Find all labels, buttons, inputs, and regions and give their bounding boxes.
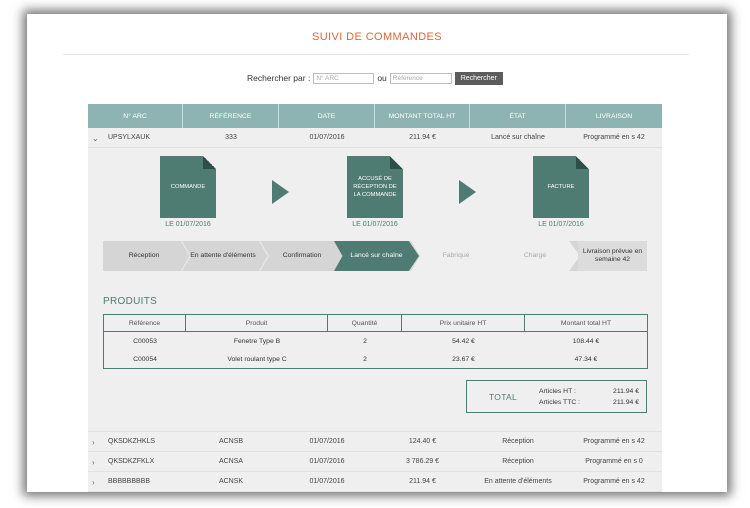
row-date: 01/07/2016 <box>309 438 345 445</box>
orders-table: N° ARC RÉFÉRENCE DATE MONTANT TOTAL HT É… <box>88 104 662 492</box>
table-header: N° ARC RÉFÉRENCE DATE MONTANT TOTAL HT É… <box>88 104 662 128</box>
search-label: Rechercher par : <box>247 73 311 83</box>
product-reference: C00054 <box>133 355 157 363</box>
header-date[interactable]: DATE <box>279 104 375 128</box>
row-date: 01/07/2016 <box>309 478 345 485</box>
step-reception: Réception <box>128 252 160 259</box>
total-ht-value: 211.94 € <box>613 387 639 395</box>
row-arc: UPSYLXAUK <box>108 134 151 141</box>
progress-tracker: Réception En attente d'éléments Confirma… <box>103 241 647 271</box>
table-row[interactable]: ⌄ UPSYLXAUK 333 01/07/2016 211.94 € Lanc… <box>88 128 662 148</box>
row-amount: 124.40 € <box>408 438 437 445</box>
row-delivery: Programmé en s 0 <box>585 458 643 465</box>
order-detail: COMMANDE LE 01/07/2016 ACCUSÉ DE RÉCEPTI… <box>88 148 662 432</box>
arc-number-input[interactable] <box>313 72 375 84</box>
product-name: Volet roulant type C <box>227 355 287 363</box>
total-ttc-label: Articles TTC : <box>539 398 581 406</box>
step-confirmation: Confirmation <box>282 252 322 259</box>
header-state[interactable]: ÉTAT <box>470 104 566 128</box>
step-manufactured: Fabriqué <box>411 241 501 271</box>
product-unit-price: 23.67 € <box>452 355 475 363</box>
product-quantity: 2 <box>363 337 367 345</box>
table-row[interactable]: › QKSDKZHKLS ACNSB 01/07/2016 124.40 € R… <box>88 432 662 452</box>
row-arc: QKSDKZFKLX <box>108 458 155 465</box>
reference-input[interactable] <box>389 72 452 84</box>
document-order-icon[interactable]: COMMANDE <box>160 156 216 218</box>
product-header-unit-price: Prix unitaire HT <box>402 314 525 332</box>
row-amount: 211.94 € <box>409 478 436 485</box>
page-title: SUIVI DE COMMANDES <box>311 31 443 43</box>
chevron-right-icon[interactable]: › <box>92 438 95 447</box>
order-tracking-panel: SUIVI DE COMMANDES Rechercher par : ou R… <box>27 14 727 492</box>
or-label: ou <box>377 73 387 83</box>
row-reference: ACNSA <box>218 458 244 465</box>
step-loaded: Chargé <box>490 241 580 271</box>
row-amount: 211.94 € <box>409 134 436 141</box>
row-reference: ACNSB <box>218 438 244 445</box>
row-state: Réception <box>502 458 534 465</box>
row-state: Réception <box>502 438 534 445</box>
doc-label: COMMANDE <box>170 184 206 190</box>
delivery-note: Livraison prévue en semaine 42 <box>578 241 647 271</box>
row-arc: QKSDKZHKLS <box>108 438 156 445</box>
row-arc: BBBBBBBBB <box>108 478 151 485</box>
step-launched: Lancé sur chaîne <box>334 241 419 271</box>
product-header-quantity: Quantité <box>328 314 402 332</box>
search-button[interactable]: Rechercher <box>454 71 503 85</box>
row-date: 01/07/2016 <box>309 134 345 141</box>
total-label: TOTAL <box>488 391 518 402</box>
document-invoice-icon[interactable]: FACTURE <box>533 156 589 218</box>
product-unit-price: 54.42 € <box>452 337 475 345</box>
chevron-right-icon[interactable]: › <box>92 478 95 487</box>
product-header-total: Montant total HT <box>560 319 612 327</box>
doc-label: FACTURE <box>547 184 575 190</box>
arrow-right-icon <box>459 180 476 204</box>
total-ttc-value: 211.94 € <box>613 398 639 406</box>
document-acknowledgement-icon[interactable]: ACCUSÉ DE RÉCEPTION DE LA COMMANDE <box>347 156 403 218</box>
table-row[interactable]: › QKSDKZFKLX ACNSA 01/07/2016 3 786.29 €… <box>88 452 662 472</box>
row-delivery: Programmé en s 42 <box>583 478 645 485</box>
row-delivery: Programmé en s 42 <box>583 438 645 445</box>
product-total: 108.44 € <box>572 337 600 345</box>
row-amount: 3 786.29 € <box>405 458 440 465</box>
doc-date: LE 01/07/2016 <box>352 221 398 228</box>
product-header-reference: Référence <box>104 314 186 332</box>
product-total: 47.34 € <box>574 355 598 363</box>
header-arc[interactable]: N° ARC <box>88 104 183 128</box>
row-state: Lancé sur chaîne <box>491 134 545 141</box>
header-reference[interactable]: RÉFÉRENCE <box>183 104 279 128</box>
arrow-right-icon <box>272 180 289 204</box>
total-ht-label: Articles HT : <box>539 387 576 395</box>
doc-date: LE 01/07/2016 <box>538 221 584 228</box>
product-row: C00053 Fenetre Type B 2 54.42 € 108.44 € <box>104 332 647 350</box>
row-date: 01/07/2016 <box>309 458 345 465</box>
table-row[interactable]: › BBBBBBBBB ACNSK 01/07/2016 211.94 € En… <box>88 472 662 492</box>
products-header: Référence Produit Quantité Prix unitaire… <box>104 314 647 332</box>
product-quantity: 2 <box>363 355 367 363</box>
product-row: C00054 Volet roulant type C 2 23.67 € 47… <box>104 350 647 368</box>
row-reference: 333 <box>225 134 237 141</box>
title-divider <box>63 54 689 55</box>
order-total-box: TOTAL Articles HT : 211.94 € Articles TT… <box>466 380 647 413</box>
product-reference: C00053 <box>133 337 157 345</box>
header-amount[interactable]: MONTANT TOTAL HT <box>375 104 470 128</box>
search-bar: Rechercher par : ou Rechercher <box>247 71 503 85</box>
header-delivery[interactable]: LIVRAISON <box>566 104 662 128</box>
row-state: En attente d'éléments <box>484 478 552 485</box>
doc-label: ACCUSÉ DE RÉCEPTION DE LA COMMANDE <box>353 176 397 198</box>
row-delivery: Programmé en s 42 <box>583 134 645 141</box>
product-name: Fenetre Type B <box>233 337 281 345</box>
chevron-right-icon[interactable]: › <box>92 458 95 467</box>
chevron-down-icon[interactable]: ⌄ <box>92 134 99 143</box>
step-waiting: En attente d'éléments <box>190 252 256 259</box>
products-table: Référence Produit Quantité Prix unitaire… <box>103 314 648 369</box>
products-title: PRODUITS <box>103 296 158 307</box>
product-header-name: Produit <box>186 314 328 332</box>
doc-date: LE 01/07/2016 <box>165 221 211 228</box>
row-reference: ACNSK <box>218 478 244 485</box>
